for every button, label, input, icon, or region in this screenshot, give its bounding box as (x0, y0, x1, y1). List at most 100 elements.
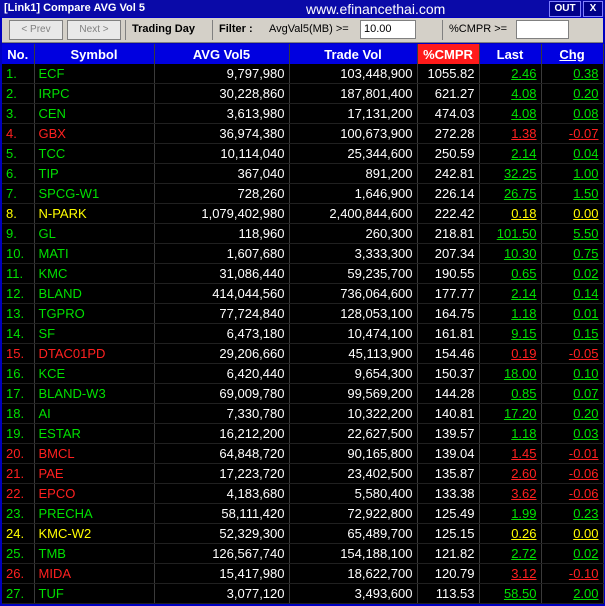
table-row[interactable]: 13. TGPRO 77,724,840 128,053,100 164.75 1.18 0… (2, 303, 604, 324)
change-link[interactable]: 0.02 (541, 543, 604, 564)
table-row[interactable]: 8. N-PARK 1,079,402,980 2,400,844,600 222.42… (2, 203, 604, 224)
symbol-cell[interactable]: DTAC01PD (34, 343, 155, 364)
last-price-link[interactable]: 1.99 (479, 503, 542, 524)
symbol-cell[interactable]: ECF (34, 64, 155, 84)
symbol-cell[interactable]: CEN (34, 103, 155, 124)
symbol-cell[interactable]: TIP (34, 163, 155, 184)
col-header-symbol[interactable]: Symbol (34, 44, 155, 64)
table-row[interactable]: 9. GL 118,960 260,300 218.81 101.50 5.50 (2, 223, 604, 244)
last-price-link[interactable]: 0.85 (479, 383, 542, 404)
change-link[interactable]: 0.03 (541, 423, 604, 444)
table-row[interactable]: 12. BLAND 414,044,560 736,064,600 177.77 2.14… (2, 283, 604, 304)
change-link[interactable]: 0.75 (541, 243, 604, 264)
last-price-link[interactable]: 1.18 (479, 423, 542, 444)
last-price-link[interactable]: 2.14 (479, 283, 542, 304)
table-row[interactable]: 10. MATI 1,607,680 3,333,300 207.34 10.30 0.75 (2, 243, 604, 264)
last-price-link[interactable]: 2.46 (479, 64, 542, 84)
table-row[interactable]: 14. SF 6,473,180 10,474,100 161.81 9.15 0.15 (2, 323, 604, 344)
last-price-link[interactable]: 1.38 (479, 123, 542, 144)
last-price-link[interactable]: 10.30 (479, 243, 542, 264)
symbol-cell[interactable]: ESTAR (34, 423, 155, 444)
change-link[interactable]: 0.23 (541, 503, 604, 524)
symbol-cell[interactable]: TCC (34, 143, 155, 164)
table-row[interactable]: 5. TCC 10,114,040 25,344,600 250.59 2.14 0.04 (2, 143, 604, 164)
symbol-cell[interactable]: GL (34, 223, 155, 244)
symbol-cell[interactable]: PRECHA (34, 503, 155, 524)
last-price-link[interactable]: 26.75 (479, 183, 542, 204)
change-link[interactable]: -0.01 (541, 443, 604, 464)
last-price-link[interactable]: 58.50 (479, 583, 542, 604)
last-price-link[interactable]: 17.20 (479, 403, 542, 424)
symbol-cell[interactable]: SPCG-W1 (34, 183, 155, 204)
table-row[interactable]: 17. BLAND-W3 69,009,780 99,569,200 144.28 0.8… (2, 383, 604, 404)
change-link[interactable]: 0.20 (541, 403, 604, 424)
change-link[interactable]: -0.05 (541, 343, 604, 364)
change-link[interactable]: 0.01 (541, 303, 604, 324)
last-price-link[interactable]: 0.19 (479, 343, 542, 364)
last-price-link[interactable]: 0.18 (479, 203, 542, 224)
change-link[interactable]: 0.38 (541, 64, 604, 84)
symbol-cell[interactable]: BMCL (34, 443, 155, 464)
last-price-link[interactable]: 32.25 (479, 163, 542, 184)
symbol-cell[interactable]: GBX (34, 123, 155, 144)
table-row[interactable]: 15. DTAC01PD 29,206,660 45,113,900 154.46 0.1… (2, 343, 604, 364)
table-row[interactable]: 6. TIP 367,040 891,200 242.81 32.25 1.00 (2, 163, 604, 184)
symbol-cell[interactable]: MATI (34, 243, 155, 264)
trading-day-label[interactable]: Trading Day (132, 23, 195, 35)
symbol-cell[interactable]: KCE (34, 363, 155, 384)
change-link[interactable]: 5.50 (541, 223, 604, 244)
cmpr-input[interactable] (516, 20, 569, 39)
table-row[interactable]: 25. TMB 126,567,740 154,188,100 121.82 2.72 0.… (2, 543, 604, 564)
last-price-link[interactable]: 1.18 (479, 303, 542, 324)
prev-button[interactable]: < Prev (9, 20, 63, 40)
change-link[interactable]: 1.00 (541, 163, 604, 184)
col-header-last[interactable]: Last (479, 44, 542, 64)
symbol-cell[interactable]: N-PARK (34, 203, 155, 224)
change-link[interactable]: -0.10 (541, 563, 604, 584)
table-row[interactable]: 24. KMC-W2 52,329,300 65,489,700 125.15 0.26 0… (2, 523, 604, 544)
change-link[interactable]: 0.14 (541, 283, 604, 304)
last-price-link[interactable]: 18.00 (479, 363, 542, 384)
change-link[interactable]: -0.06 (541, 463, 604, 484)
table-row[interactable]: 18. AI 7,330,780 10,322,200 140.81 17.20 0.20 (2, 403, 604, 424)
last-price-link[interactable]: 9.15 (479, 323, 542, 344)
change-link[interactable]: 0.02 (541, 263, 604, 284)
symbol-cell[interactable]: PAE (34, 463, 155, 484)
change-link[interactable]: 0.08 (541, 103, 604, 124)
next-button[interactable]: Next > (67, 20, 121, 40)
symbol-cell[interactable]: MIDA (34, 563, 155, 584)
col-header-avg-vol5[interactable]: AVG Vol5 (154, 44, 290, 64)
table-row[interactable]: 2. IRPC 30,228,860 187,801,400 621.27 4.08 0.2… (2, 83, 604, 104)
col-header-trade-vol[interactable]: Trade Vol (289, 44, 418, 64)
table-row[interactable]: 11. KMC 31,086,440 59,235,700 190.55 0.65 0.02 (2, 263, 604, 284)
symbol-cell[interactable]: KMC (34, 263, 155, 284)
symbol-cell[interactable]: KMC-W2 (34, 523, 155, 544)
last-price-link[interactable]: 2.60 (479, 463, 542, 484)
change-link[interactable]: -0.06 (541, 483, 604, 504)
table-row[interactable]: 26. MIDA 15,417,980 18,622,700 120.79 3.12 -0.… (2, 563, 604, 584)
symbol-cell[interactable]: TGPRO (34, 303, 155, 324)
col-header-chg[interactable]: Chg (541, 44, 604, 64)
last-price-link[interactable]: 0.26 (479, 523, 542, 544)
symbol-cell[interactable]: SF (34, 323, 155, 344)
table-row[interactable]: 27. TUF 3,077,120 3,493,600 113.53 58.50 2.00 (2, 583, 604, 604)
last-price-link[interactable]: 0.65 (479, 263, 542, 284)
symbol-cell[interactable]: EPCO (34, 483, 155, 504)
symbol-cell[interactable]: BLAND (34, 283, 155, 304)
last-price-link[interactable]: 3.62 (479, 483, 542, 504)
table-row[interactable]: 16. KCE 6,420,440 9,654,300 150.37 18.00 0.10 (2, 363, 604, 384)
last-price-link[interactable]: 3.12 (479, 563, 542, 584)
last-price-link[interactable]: 2.14 (479, 143, 542, 164)
change-link[interactable]: 0.07 (541, 383, 604, 404)
symbol-cell[interactable]: TMB (34, 543, 155, 564)
change-link[interactable]: 0.10 (541, 363, 604, 384)
change-link[interactable]: 1.50 (541, 183, 604, 204)
col-header-cmpr[interactable]: %CMPR (417, 44, 480, 64)
symbol-cell[interactable]: IRPC (34, 83, 155, 104)
table-row[interactable]: 22. EPCO 4,183,680 5,580,400 133.38 3.62 -0.06 (2, 483, 604, 504)
table-row[interactable]: 4. GBX 36,974,380 100,673,900 272.28 1.38 -0.0… (2, 123, 604, 144)
table-row[interactable]: 21. PAE 17,223,720 23,402,500 135.87 2.60 -0.0… (2, 463, 604, 484)
avgval-input[interactable]: 10.00 (360, 20, 416, 39)
table-row[interactable]: 19. ESTAR 16,212,200 22,627,500 139.57 1.18 0.… (2, 423, 604, 444)
last-price-link[interactable]: 4.08 (479, 103, 542, 124)
